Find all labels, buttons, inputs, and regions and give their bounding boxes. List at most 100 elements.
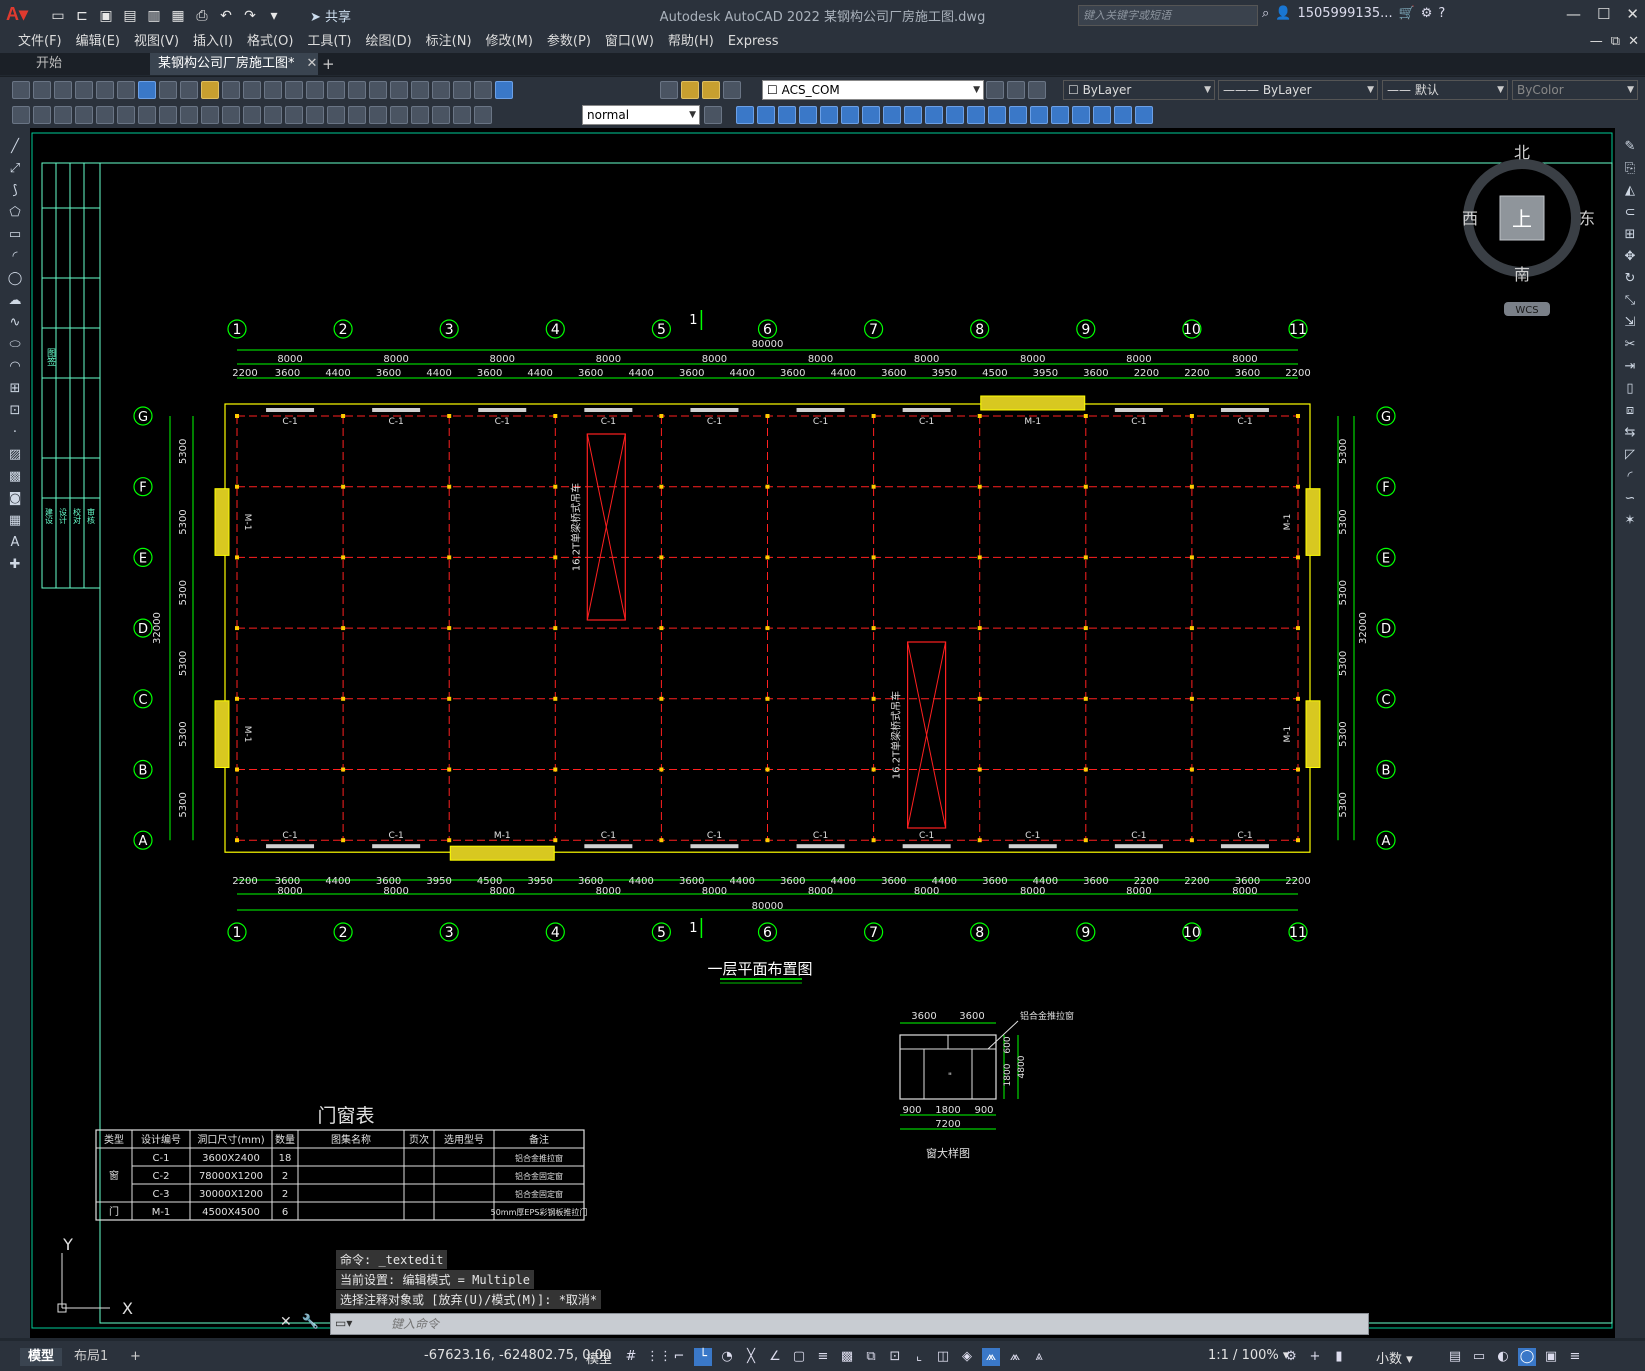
cart-icon[interactable]: 🛒 bbox=[1399, 6, 1415, 21]
viewcube-west[interactable]: 西 bbox=[1462, 209, 1478, 228]
copy-icon[interactable] bbox=[180, 81, 198, 99]
auto-scale-icon[interactable]: ⩕ bbox=[1006, 1348, 1024, 1366]
ungroup-icon[interactable] bbox=[1114, 106, 1132, 124]
model-space-toggle[interactable]: 模型 bbox=[586, 1348, 612, 1367]
text-style-dropdown[interactable]: normal ▼ bbox=[582, 105, 700, 125]
mirror-icon[interactable] bbox=[778, 106, 796, 124]
dynamic-ucs-icon[interactable]: ⌞ bbox=[910, 1348, 928, 1366]
break-point-icon[interactable]: ▯ bbox=[1622, 382, 1638, 396]
tab-model[interactable]: 模型 bbox=[20, 1348, 63, 1366]
plot-icon[interactable]: ⎙ bbox=[192, 6, 212, 26]
customize-command-icon[interactable]: 🔧 bbox=[302, 1314, 319, 1330]
viewcube[interactable]: 上 北 南 东 西 WCS bbox=[1462, 143, 1595, 316]
dim-style-icon[interactable] bbox=[704, 106, 722, 124]
make-block-icon[interactable]: ⊡ bbox=[7, 404, 23, 418]
arc-length-icon[interactable] bbox=[117, 106, 135, 124]
autocad-logo-icon[interactable]: A▾ bbox=[6, 4, 28, 26]
tool-palettes-icon[interactable] bbox=[411, 81, 429, 99]
menu-dimension[interactable]: 标注(N) bbox=[424, 31, 484, 53]
help-search-input[interactable]: 键入关键字或短语 bbox=[1078, 5, 1258, 26]
dim-text-edit-icon[interactable] bbox=[453, 106, 471, 124]
join-side-icon[interactable]: ⇆ bbox=[1622, 426, 1638, 440]
polyline-icon[interactable]: ⟆ bbox=[7, 184, 23, 198]
customization-icon[interactable]: ≡ bbox=[1566, 1348, 1584, 1366]
explode-side-icon[interactable]: ✶ bbox=[1622, 514, 1638, 528]
copy-object-icon[interactable] bbox=[757, 106, 775, 124]
gradient-icon[interactable]: ▩ bbox=[7, 470, 23, 484]
annotation-scale-icon[interactable]: ⩓ bbox=[1030, 1348, 1048, 1366]
tab-close-icon[interactable]: ✕ bbox=[307, 56, 318, 71]
trim-side-icon[interactable]: ✂ bbox=[1622, 338, 1638, 352]
mirror-side-icon[interactable]: ◭ bbox=[1622, 184, 1638, 198]
group-icon[interactable] bbox=[1093, 106, 1111, 124]
linear-dim-icon[interactable] bbox=[75, 106, 93, 124]
ordinate-icon[interactable] bbox=[138, 106, 156, 124]
mtext-icon[interactable]: A bbox=[7, 536, 23, 550]
ortho-icon[interactable]: └ bbox=[694, 1348, 712, 1366]
preview-icon[interactable] bbox=[96, 81, 114, 99]
layer-dropdown[interactable]: ☐ ACS_COM ▼ bbox=[762, 80, 984, 100]
region-icon[interactable]: ◙ bbox=[7, 492, 23, 506]
menu-modify[interactable]: 修改(M) bbox=[484, 31, 545, 53]
publish-file-icon[interactable] bbox=[117, 81, 135, 99]
cut-icon[interactable] bbox=[159, 81, 177, 99]
coordinate-readout[interactable]: -67623.16, -624802.75, 0.00 bbox=[424, 1348, 611, 1363]
close-icon[interactable]: ✕ bbox=[1626, 5, 1639, 23]
menu-help[interactable]: 帮助(H) bbox=[666, 31, 726, 53]
line-icon[interactable]: ╱ bbox=[7, 140, 23, 154]
center-mark-icon[interactable] bbox=[369, 106, 387, 124]
graphics-performance-icon[interactable]: ▭ bbox=[1470, 1348, 1488, 1366]
markup-icon[interactable] bbox=[453, 81, 471, 99]
menu-format[interactable]: 格式(O) bbox=[245, 31, 305, 53]
aligned-dim-icon[interactable] bbox=[96, 106, 114, 124]
radius-icon[interactable] bbox=[159, 106, 177, 124]
paste-icon[interactable] bbox=[201, 81, 219, 99]
point-icon[interactable]: · bbox=[7, 426, 23, 440]
dim-space-icon[interactable] bbox=[306, 106, 324, 124]
qnew-icon[interactable] bbox=[12, 81, 30, 99]
rectangle-icon[interactable]: ▭ bbox=[7, 228, 23, 242]
drawing-canvas[interactable]: 图签 建设 设计 校对 审核 1 1 2 2 3 3 4 4 5 5 6 6 7 7 8 8 9 9 10 10 11 1… bbox=[30, 128, 1615, 1338]
fillet-side-icon[interactable]: ◜ bbox=[1622, 470, 1638, 484]
layer-lock-icon[interactable] bbox=[723, 81, 741, 99]
array-icon[interactable] bbox=[820, 106, 838, 124]
scale-icon[interactable] bbox=[883, 106, 901, 124]
stretch-side-icon[interactable]: ⇲ bbox=[1622, 316, 1638, 330]
print-icon[interactable] bbox=[75, 81, 93, 99]
user-name[interactable]: 1505999135... bbox=[1297, 6, 1392, 21]
zoom-previous-icon[interactable] bbox=[348, 81, 366, 99]
selection-filter-icon[interactable]: ◫ bbox=[934, 1348, 952, 1366]
hardware-acceleration-icon[interactable]: ◯ bbox=[1518, 1348, 1536, 1366]
doc-close-icon[interactable]: ✕ bbox=[1628, 31, 1639, 53]
annotation-monitor-icon[interactable]: + bbox=[1306, 1348, 1324, 1366]
menu-view[interactable]: 视图(V) bbox=[132, 31, 191, 53]
workspace-gear-icon[interactable]: ⚙ bbox=[1282, 1348, 1300, 1366]
jogged-icon[interactable] bbox=[180, 106, 198, 124]
viewcube-south[interactable]: 南 bbox=[1514, 265, 1530, 284]
save-file-icon[interactable] bbox=[54, 81, 72, 99]
menu-draw[interactable]: 绘图(D) bbox=[364, 31, 424, 53]
open-file-icon[interactable] bbox=[33, 81, 51, 99]
viewcube-north[interactable]: 北 bbox=[1514, 143, 1530, 162]
redo-tool-icon[interactable] bbox=[264, 81, 282, 99]
units-icon[interactable]: ▮ bbox=[1330, 1348, 1348, 1366]
clean-screen-icon[interactable]: ▣ bbox=[1542, 1348, 1560, 1366]
construction-line-icon[interactable]: ⤢ bbox=[7, 162, 23, 176]
menu-window[interactable]: 窗口(W) bbox=[603, 31, 666, 53]
3d-osnap-icon[interactable]: ⊡ bbox=[886, 1348, 904, 1366]
hatch-icon[interactable]: ▨ bbox=[7, 448, 23, 462]
maximize-icon[interactable]: ☐ bbox=[1597, 5, 1610, 23]
copy-side-icon[interactable]: ⎘ bbox=[1622, 162, 1638, 176]
polar-icon[interactable]: ◔ bbox=[718, 1348, 736, 1366]
zoom-window-icon[interactable] bbox=[327, 81, 345, 99]
array-side-icon[interactable]: ⊞ bbox=[1622, 228, 1638, 242]
trim-icon[interactable] bbox=[925, 106, 943, 124]
ellipse-arc-icon[interactable]: ◠ bbox=[7, 360, 23, 374]
isolate-objects-icon[interactable]: ◐ bbox=[1494, 1348, 1512, 1366]
menu-edit[interactable]: 编辑(E) bbox=[74, 31, 132, 53]
doc-minimize-icon[interactable]: — bbox=[1590, 31, 1603, 53]
color-dropdown[interactable]: ☐ ByLayer ▼ bbox=[1063, 80, 1215, 100]
add-selected-icon[interactable]: ✚ bbox=[7, 558, 23, 572]
menu-insert[interactable]: 插入(I) bbox=[191, 31, 245, 53]
menu-parametric[interactable]: 参数(P) bbox=[545, 31, 603, 53]
